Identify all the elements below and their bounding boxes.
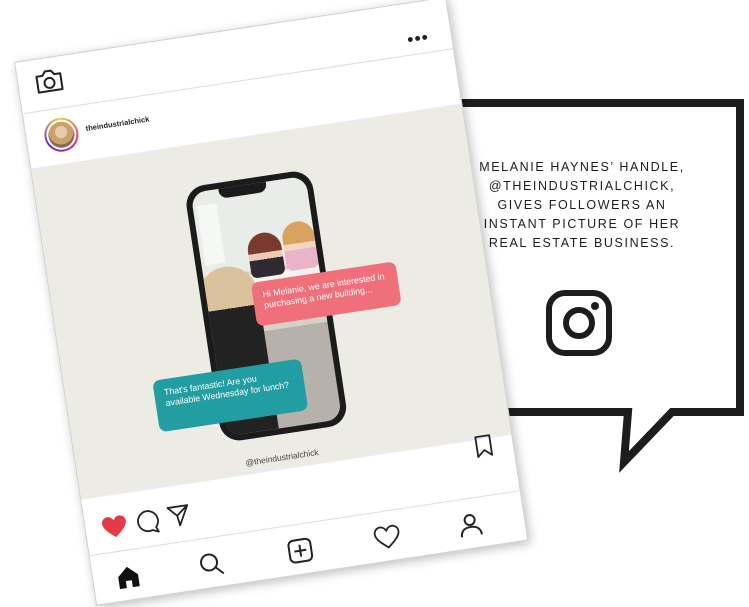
callout-caption: MELANIE HAYNES’ HANDLE, @THEINDUSTRIALCH… (468, 158, 696, 253)
heart-icon[interactable] (100, 513, 129, 541)
instagram-icon (546, 290, 612, 356)
post-image: Hi Melanie, we are interested in purchas… (31, 103, 512, 500)
profile-icon[interactable] (456, 510, 486, 540)
add-post-icon[interactable] (285, 536, 315, 566)
username[interactable]: theindustrialchick (85, 114, 150, 132)
camera-icon[interactable] (32, 66, 66, 96)
callout-line: @THEINDUSTRIALCHICK, (488, 179, 676, 193)
callout-line: REAL ESTATE BUSINESS. (488, 236, 676, 250)
bookmark-icon[interactable] (473, 434, 494, 458)
callout-line: INSTANT PICTURE OF HER (483, 217, 681, 231)
home-icon[interactable] (113, 562, 143, 592)
instagram-post-card: ••• theindustrialchick Hi Melanie, we ar… (14, 0, 529, 606)
callout-line: GIVES FOLLOWERS AN (497, 198, 667, 212)
more-icon[interactable]: ••• (406, 27, 431, 50)
comment-icon[interactable] (134, 509, 161, 536)
activity-heart-icon[interactable] (373, 523, 403, 553)
avatar[interactable] (42, 115, 81, 155)
search-icon[interactable] (197, 549, 227, 579)
callout-line: MELANIE HAYNES’ HANDLE, (479, 160, 685, 174)
share-icon[interactable] (165, 502, 192, 529)
